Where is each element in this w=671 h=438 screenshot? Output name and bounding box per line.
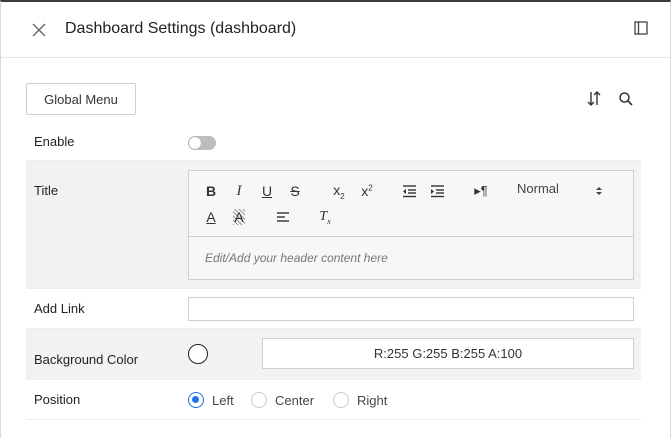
position-label: Position	[34, 392, 81, 407]
italic-button[interactable]: I	[229, 181, 249, 201]
position-row: Position Left Center Right	[26, 380, 641, 420]
text-color-icon: A	[206, 209, 216, 225]
bold-icon: B	[205, 183, 217, 199]
italic-icon: I	[236, 182, 242, 199]
background-color-button[interactable]: A	[229, 207, 249, 227]
select-arrows-icon	[596, 187, 602, 195]
subscript-icon: x2	[333, 181, 345, 201]
align-button[interactable]	[273, 207, 293, 227]
color-value-field[interactable]: R:255 G:255 B:255 A:100	[262, 338, 634, 369]
position-left-label: Left	[212, 392, 234, 408]
position-center-radio[interactable]: Center	[251, 391, 314, 409]
radio-checked-icon	[188, 392, 204, 408]
position-center-label: Center	[275, 392, 315, 408]
toggle-knob	[189, 137, 201, 149]
global-menu-button[interactable]: Global Menu	[26, 83, 136, 115]
outdent-button[interactable]	[399, 181, 419, 201]
close-icon	[32, 23, 46, 37]
position-left-radio[interactable]: Left	[188, 391, 234, 409]
position-right-label: Right	[357, 392, 388, 408]
color-swatch[interactable]	[188, 344, 208, 364]
sort-icon	[587, 91, 601, 106]
enable-row: Enable	[26, 126, 641, 161]
panel-header: Dashboard Settings (dashboard)	[1, 2, 670, 58]
paragraph-direction-icon: ▸¶	[474, 183, 488, 198]
subscript-button[interactable]: x2	[329, 181, 349, 201]
radio-unchecked-icon	[333, 392, 349, 408]
background-color-row: Background Color R:255 G:255 B:255 A:100	[26, 329, 641, 380]
editor-toolbar: B I U S x2 x2 ▸¶ Normal A A Tx	[189, 171, 633, 237]
close-button[interactable]	[27, 18, 51, 42]
sidebar-layout-icon	[634, 21, 648, 35]
align-left-icon	[277, 212, 289, 222]
add-link-label: Add Link	[34, 301, 85, 316]
search-button[interactable]	[617, 90, 635, 108]
add-link-input[interactable]	[188, 297, 634, 321]
superscript-button[interactable]: x2	[357, 181, 377, 201]
toggle-sidebar-button[interactable]	[634, 21, 650, 37]
radio-unchecked-icon	[251, 392, 267, 408]
editor-placeholder[interactable]: Edit/Add your header content here	[205, 251, 388, 265]
outdent-icon	[403, 185, 416, 198]
superscript-icon: x2	[361, 183, 373, 199]
strikethrough-icon: S	[290, 183, 300, 199]
indent-icon	[431, 185, 444, 198]
title-row: Title B I U S x2 x2 ▸¶ Normal A A Tx Edi…	[26, 161, 641, 289]
text-color-button[interactable]: A	[201, 207, 221, 227]
position-right-radio[interactable]: Right	[333, 391, 387, 409]
clear-format-button[interactable]: Tx	[315, 207, 335, 227]
background-color-label: Background Color	[34, 352, 139, 367]
title-label: Title	[34, 183, 59, 198]
enable-label: Enable	[34, 134, 75, 149]
underline-icon: U	[261, 183, 273, 199]
add-link-row: Add Link	[26, 289, 641, 329]
indent-button[interactable]	[427, 181, 447, 201]
format-select-value: Normal	[517, 181, 559, 196]
enable-toggle[interactable]	[188, 136, 216, 150]
sort-button[interactable]	[585, 90, 603, 108]
clear-format-icon: Tx	[319, 208, 331, 226]
panel-title: Dashboard Settings (dashboard)	[65, 20, 297, 37]
bold-button[interactable]: B	[201, 181, 221, 201]
search-icon	[619, 92, 633, 106]
text-direction-button[interactable]: ▸¶	[471, 181, 491, 201]
settings-panel: Dashboard Settings (dashboard) Global Me…	[0, 0, 671, 438]
underline-button[interactable]: U	[257, 181, 277, 201]
format-select[interactable]: Normal	[517, 181, 607, 201]
strikethrough-button[interactable]: S	[285, 181, 305, 201]
highlight-color-icon: A	[233, 209, 245, 225]
title-rich-text-editor: B I U S x2 x2 ▸¶ Normal A A Tx Edit/Add …	[188, 170, 634, 280]
